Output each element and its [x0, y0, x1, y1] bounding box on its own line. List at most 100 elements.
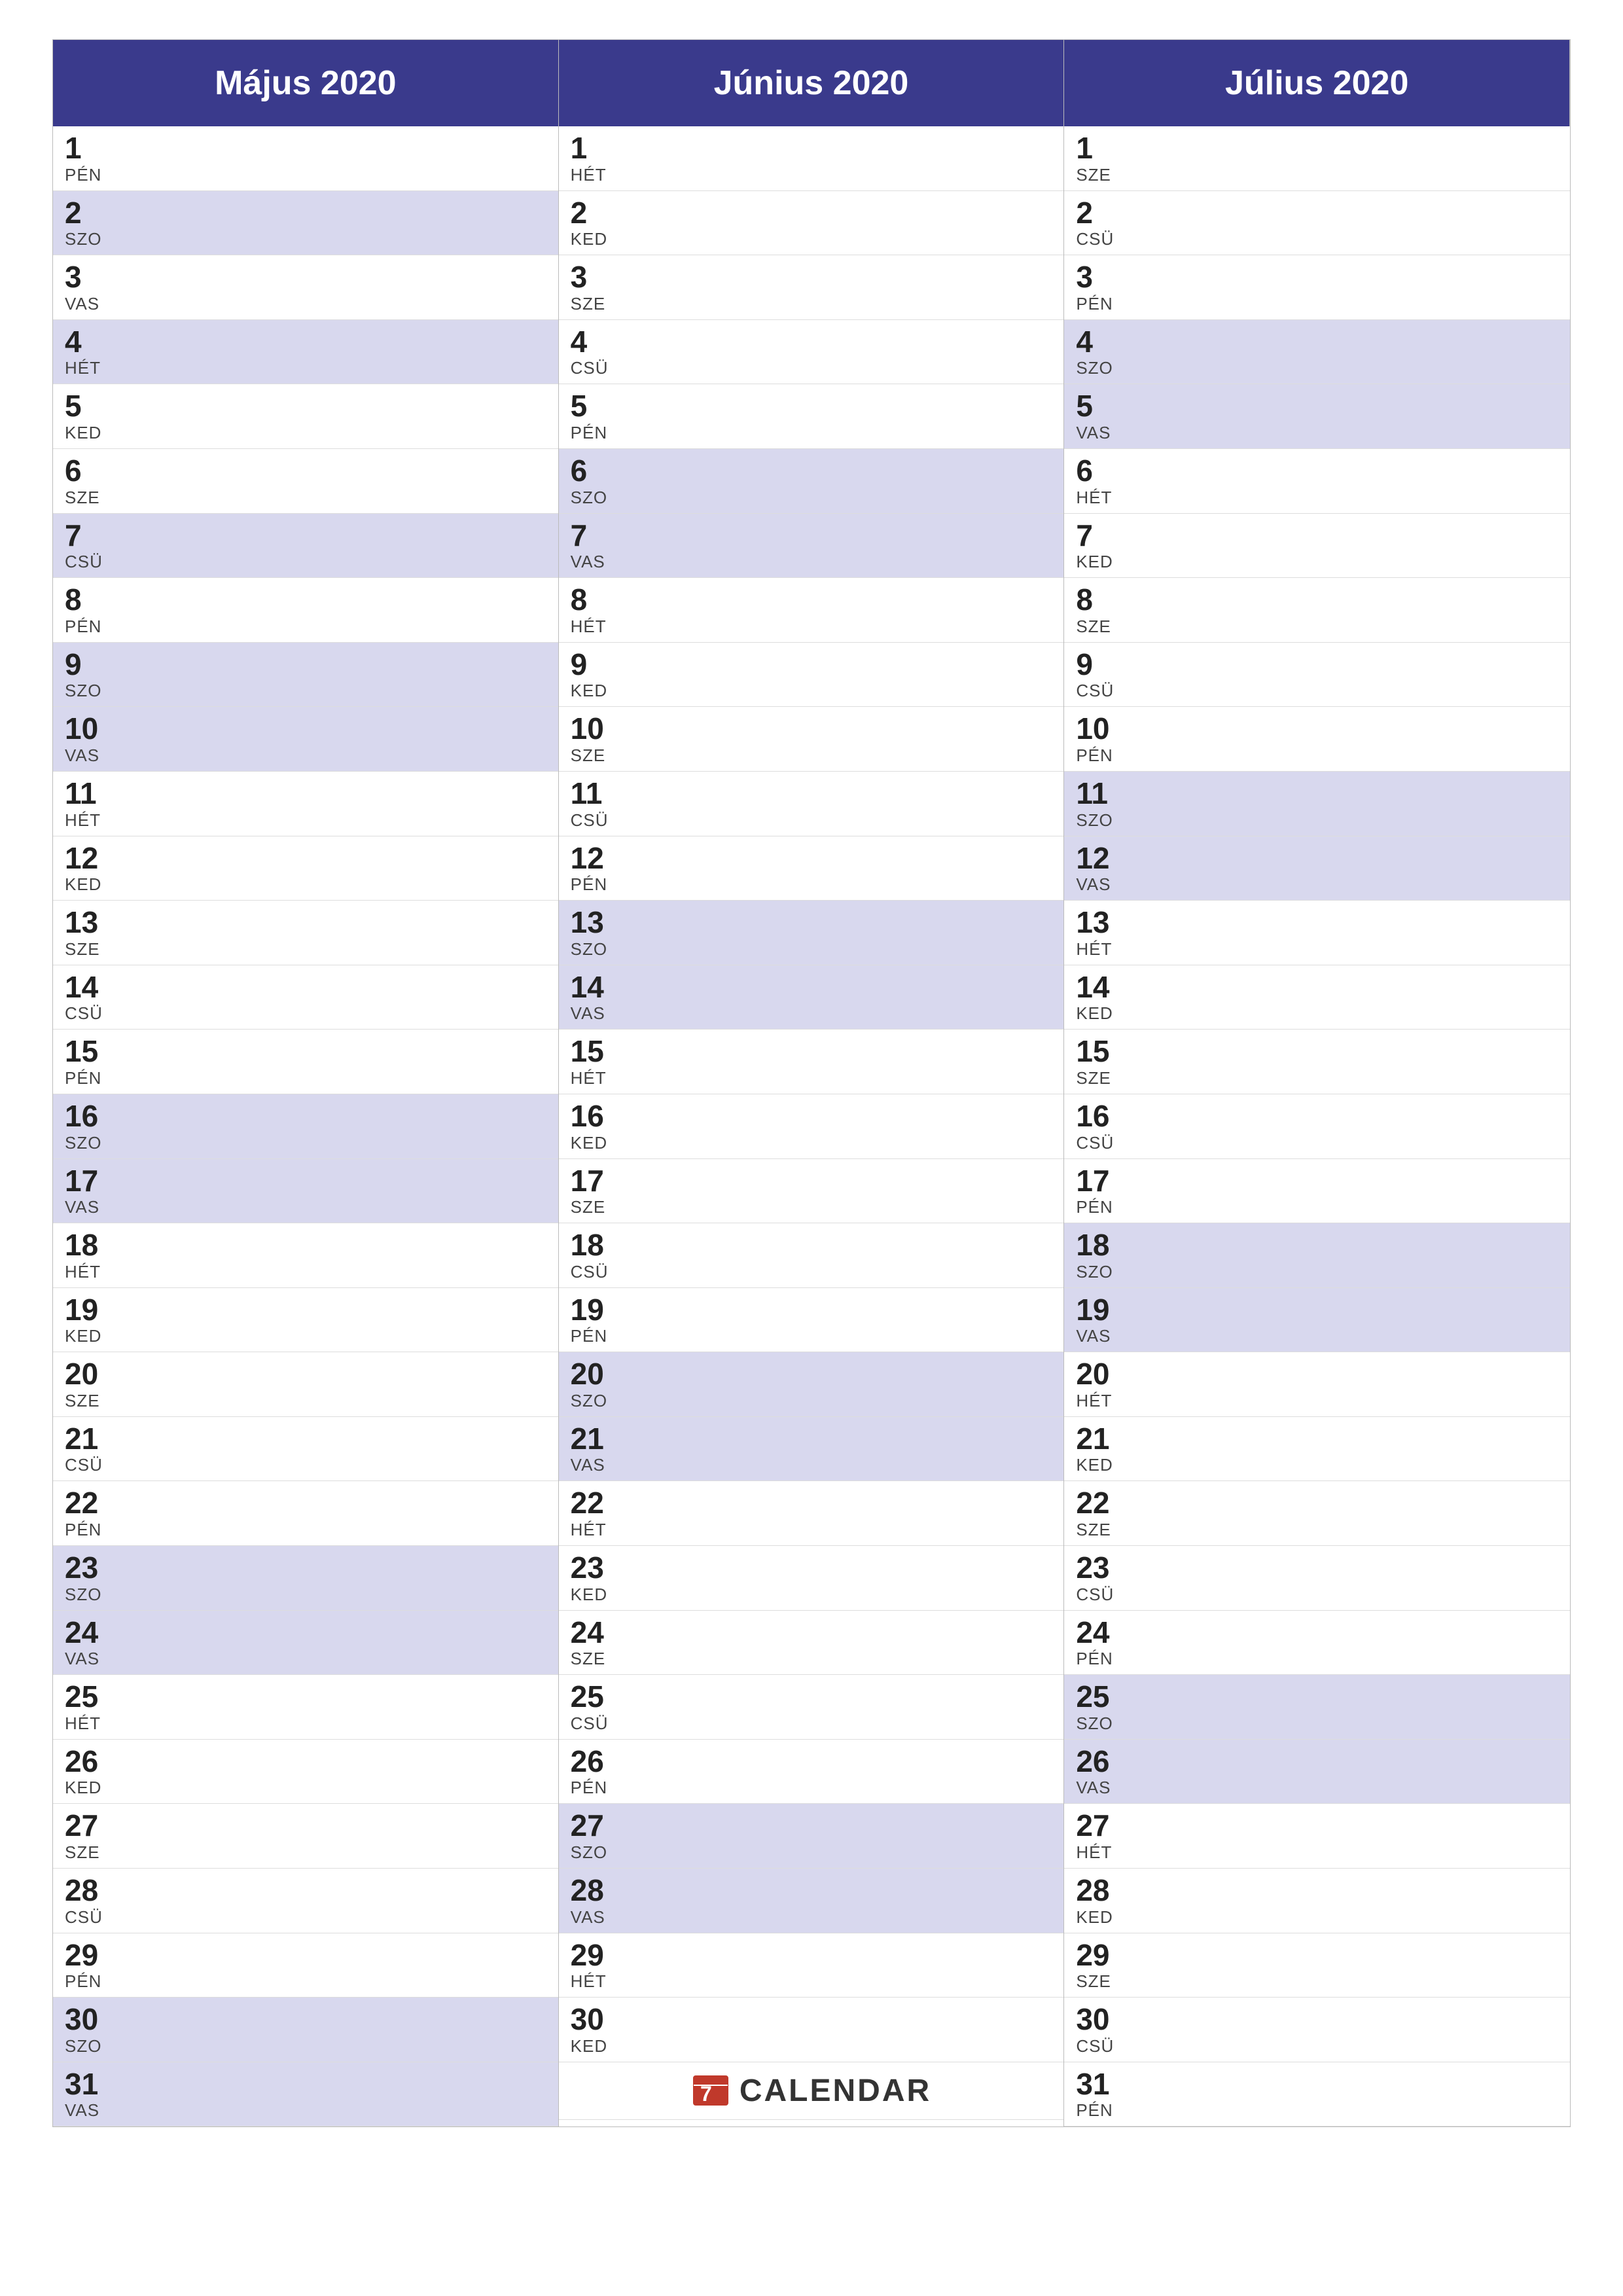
day-number: 10 — [1076, 712, 1558, 745]
day-row: 3 VAS — [53, 255, 558, 320]
day-row: 26 VAS — [1064, 1740, 1570, 1804]
day-number: 2 — [1076, 196, 1558, 230]
day-name: SZO — [65, 1585, 546, 1605]
day-row: 21 CSÜ — [53, 1417, 558, 1482]
day-number: 5 — [1076, 389, 1558, 423]
day-number: 6 — [65, 454, 546, 488]
month-header-jun: Június 2020 — [559, 40, 1065, 126]
day-number: 1 — [65, 132, 546, 165]
logo-row: 7 CALENDAR — [559, 2062, 1064, 2120]
day-number: 30 — [65, 2003, 546, 2036]
day-row: 20 SZE — [53, 1352, 558, 1417]
day-number: 18 — [1076, 1229, 1558, 1262]
day-row: 1 PÉN — [53, 126, 558, 191]
day-number: 21 — [65, 1422, 546, 1456]
column-jun: 1 HÉT 2 KED 3 SZE 4 CSÜ 5 PÉN 6 SZO 7 VA… — [559, 126, 1065, 2126]
month-header-jul: Július 2020 — [1064, 40, 1570, 126]
day-row: 7 CSÜ — [53, 514, 558, 579]
day-row: 5 KED — [53, 384, 558, 449]
day-number: 25 — [571, 1680, 1052, 1713]
day-row: 5 VAS — [1064, 384, 1570, 449]
day-row: 16 CSÜ — [1064, 1094, 1570, 1159]
day-number: 13 — [571, 906, 1052, 939]
day-number: 8 — [571, 583, 1052, 617]
day-row: 18 SZO — [1064, 1223, 1570, 1288]
day-row: 6 SZO — [559, 449, 1064, 514]
day-name: CSÜ — [65, 1907, 546, 1928]
day-row: 19 PÉN — [559, 1288, 1064, 1353]
day-number: 20 — [65, 1357, 546, 1391]
day-name: SZE — [65, 1842, 546, 1863]
day-number: 19 — [65, 1293, 546, 1327]
day-number: 23 — [65, 1551, 546, 1585]
day-number: 3 — [65, 260, 546, 294]
day-row: 6 HÉT — [1064, 449, 1570, 514]
day-name: SZE — [571, 1197, 1052, 1217]
day-number: 30 — [571, 2003, 1052, 2036]
day-name: SZE — [65, 939, 546, 960]
day-number: 2 — [571, 196, 1052, 230]
day-number: 8 — [1076, 583, 1558, 617]
day-name: SZE — [1076, 1520, 1558, 1540]
day-row: 2 CSÜ — [1064, 191, 1570, 256]
day-row: 21 VAS — [559, 1417, 1064, 1482]
day-row: 24 SZE — [559, 1611, 1064, 1676]
day-number: 28 — [1076, 1874, 1558, 1907]
day-number: 20 — [1076, 1357, 1558, 1391]
day-row: 18 CSÜ — [559, 1223, 1064, 1288]
day-name: PÉN — [65, 1068, 546, 1088]
day-row: 31 PÉN — [1064, 2062, 1570, 2127]
day-number: 4 — [571, 325, 1052, 359]
day-name: CSÜ — [571, 1262, 1052, 1282]
day-row: 3 SZE — [559, 255, 1064, 320]
day-name: VAS — [1076, 423, 1558, 443]
day-name: SZO — [1076, 1262, 1558, 1282]
day-name: SZE — [65, 1391, 546, 1411]
day-row: 7 KED — [1064, 514, 1570, 579]
day-row: 28 CSÜ — [53, 1869, 558, 1933]
day-number: 11 — [1076, 777, 1558, 810]
day-row: 30 SZO — [53, 1998, 558, 2062]
day-name: SZO — [571, 1391, 1052, 1411]
day-name: KED — [1076, 1455, 1558, 1475]
day-number: 11 — [65, 777, 546, 810]
day-number: 12 — [571, 842, 1052, 875]
day-name: KED — [1076, 1907, 1558, 1928]
day-name: SZO — [65, 229, 546, 249]
day-name: HÉT — [65, 1713, 546, 1734]
day-row: 13 SZO — [559, 901, 1064, 965]
day-name: VAS — [65, 1197, 546, 1217]
day-name: PÉN — [65, 617, 546, 637]
day-number: 17 — [571, 1164, 1052, 1198]
day-number: 6 — [571, 454, 1052, 488]
day-row: 23 SZO — [53, 1546, 558, 1611]
day-number: 6 — [1076, 454, 1558, 488]
day-number: 7 — [571, 519, 1052, 552]
month-header-maj: Május 2020 — [53, 40, 559, 126]
day-number: 16 — [1076, 1100, 1558, 1133]
day-name: PÉN — [65, 165, 546, 185]
day-row: 13 SZE — [53, 901, 558, 965]
day-number: 15 — [65, 1035, 546, 1068]
day-name: PÉN — [1076, 2100, 1558, 2121]
day-row: 30 CSÜ — [1064, 1998, 1570, 2062]
day-name: HÉT — [571, 1068, 1052, 1088]
day-number: 29 — [571, 1939, 1052, 1972]
day-number: 23 — [571, 1551, 1052, 1585]
day-name: SZE — [1076, 165, 1558, 185]
day-row: 4 CSÜ — [559, 320, 1064, 385]
day-name: VAS — [571, 1455, 1052, 1475]
day-number: 3 — [571, 260, 1052, 294]
day-name: KED — [1076, 1003, 1558, 1024]
day-number: 17 — [1076, 1164, 1558, 1198]
day-number: 22 — [65, 1486, 546, 1520]
day-row: 29 PÉN — [53, 1933, 558, 1998]
day-name: VAS — [571, 1907, 1052, 1928]
day-row: 30 KED — [559, 1998, 1064, 2062]
day-number: 9 — [571, 648, 1052, 681]
day-name: HÉT — [1076, 939, 1558, 960]
day-number: 4 — [65, 325, 546, 359]
day-number: 4 — [1076, 325, 1558, 359]
day-row: 2 KED — [559, 191, 1064, 256]
day-number: 11 — [571, 777, 1052, 810]
